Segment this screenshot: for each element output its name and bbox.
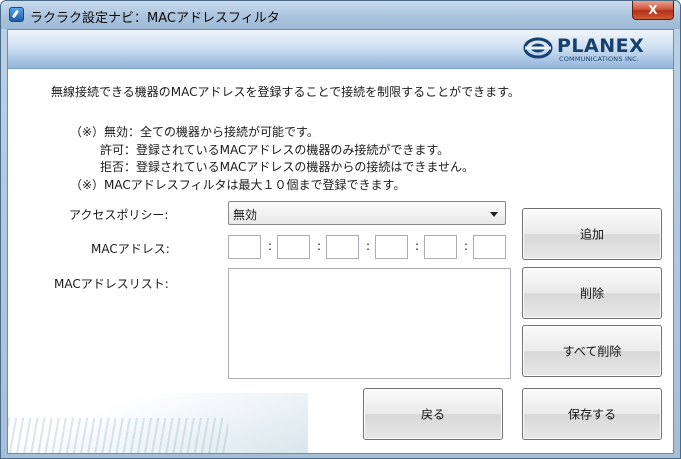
chevron-down-icon (490, 212, 498, 217)
add-button-label: 追加 (579, 227, 604, 242)
note-disabled: （※）無効：全ての機器から接続が可能です。 (70, 125, 319, 139)
delete-all-button-label: すべて削除 (562, 344, 622, 359)
logo-name: PLANEX (557, 35, 645, 57)
planex-logo-icon (523, 37, 553, 59)
back-button-label: 戻る (420, 407, 445, 422)
delete-button[interactable]: 削除 (522, 267, 662, 319)
note-allow: 許可：登録されているMACアドレスの機器のみ接続ができます。 (100, 143, 450, 157)
add-button[interactable]: 追加 (522, 208, 662, 260)
access-policy-value: 無効 (233, 208, 258, 222)
title-bar: ラクラク設定ナビ：MACアドレスフィルタ X (1, 1, 680, 29)
app-icon (9, 7, 24, 22)
back-button[interactable]: 戻る (363, 388, 503, 440)
intro-text: 無線接続できる機器のMACアドレスを登録することで接続を制限することができます。 (51, 85, 520, 99)
window-title: ラクラク設定ナビ：MACアドレスフィルタ (30, 11, 280, 26)
mac-separator: : (366, 239, 371, 253)
mac-octet-6[interactable] (473, 235, 506, 259)
mac-separator: : (317, 239, 322, 253)
header-banner: PLANEX COMMUNICATIONS INC. (8, 30, 673, 69)
delete-all-button[interactable]: すべて削除 (522, 325, 662, 377)
access-policy-select[interactable]: 無効 (228, 201, 506, 225)
mac-separator: : (268, 239, 273, 253)
mac-octet-4[interactable] (375, 235, 408, 259)
mac-octet-2[interactable] (277, 235, 310, 259)
decorative-background (8, 393, 308, 453)
mac-address-list[interactable] (228, 268, 511, 379)
mac-octet-1[interactable] (228, 235, 261, 259)
close-button[interactable]: X (632, 1, 674, 20)
mac-octet-3[interactable] (326, 235, 359, 259)
mac-list-label: MACアドレスリスト: (54, 277, 169, 291)
mac-separator: : (415, 239, 420, 253)
save-button-label: 保存する (567, 407, 616, 422)
access-policy-label: アクセスポリシー: (69, 208, 169, 222)
app-window: ラクラク設定ナビ：MACアドレスフィルタ X PLANEX COMMUNICAT… (0, 0, 681, 459)
delete-button-label: 削除 (579, 286, 604, 301)
save-button[interactable]: 保存する (522, 388, 662, 440)
planex-logo: PLANEX COMMUNICATIONS INC. (523, 35, 663, 63)
note-deny: 拒否：登録されているMACアドレスの機器からの接続はできません。 (100, 160, 475, 174)
mac-separator: : (464, 239, 469, 253)
logo-subtitle: COMMUNICATIONS INC. (559, 55, 640, 63)
note-max-entries: （※）MACアドレスフィルタは最大１０個まで登録できます。 (70, 178, 406, 192)
mac-address-label: MACアドレス: (91, 242, 170, 256)
dialog-body: PLANEX COMMUNICATIONS INC. 無線接続できる機器のMAC… (7, 29, 674, 454)
mac-octet-5[interactable] (424, 235, 457, 259)
